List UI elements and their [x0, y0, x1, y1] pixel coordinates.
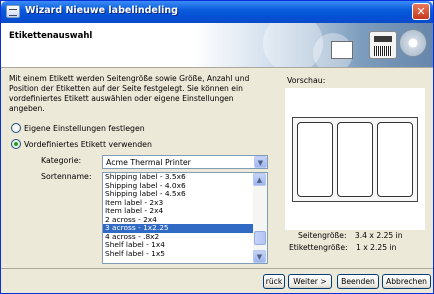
finish-button[interactable]: Beenden: [337, 274, 379, 289]
category-value: Acme Thermal Printer: [106, 158, 191, 167]
cancel-button[interactable]: Abbrechen: [382, 274, 431, 289]
wizard-content: Mit einem Etikett werden Seitengröße sow…: [1, 68, 433, 268]
radio-button-checked-icon[interactable]: [11, 139, 21, 149]
page-size-row: Seitengröße: 3.4 x 2.25 in: [298, 231, 403, 240]
back-button[interactable]: rück: [263, 274, 285, 289]
preview-label: Vorschau:: [287, 76, 326, 85]
label-preview-cell: [297, 122, 333, 197]
scroll-thumb[interactable]: [254, 231, 266, 245]
category-label: Kategorie:: [41, 156, 82, 165]
radio-predefined[interactable]: Vordefiniertes Etikett verwenden: [11, 138, 152, 150]
next-button[interactable]: Weiter >: [288, 274, 332, 289]
label-size-label: Etikettengröße:: [289, 243, 348, 252]
header-banner-image: [193, 23, 433, 67]
label-preview-cell: [337, 122, 373, 197]
label-card-icon: [331, 41, 353, 59]
preview-panel: [285, 88, 425, 230]
category-select[interactable]: Acme Thermal Printer ▼: [102, 155, 268, 169]
title-bar[interactable]: Wizard Nieuwe labelindeling ✕: [1, 1, 433, 23]
intro-text: Mit einem Etikett werden Seitengröße sow…: [9, 74, 250, 113]
disc-icon: [399, 29, 427, 57]
app-icon: [6, 5, 20, 18]
radio-own-settings[interactable]: Eigene Einstellungen festlegen: [11, 122, 145, 134]
list-item[interactable]: Shelf label - 1x5: [103, 249, 267, 259]
label-sheet-preview: [292, 117, 418, 202]
scroll-up-icon[interactable]: ▲: [253, 173, 266, 186]
page-size-label: Seitengröße:: [298, 231, 347, 240]
wizard-window: Wizard Nieuwe labelindeling ✕ Etikettena…: [0, 0, 434, 294]
label-preview-cell: [377, 122, 413, 197]
window-title: Wizard Nieuwe labelindeling: [25, 5, 178, 16]
label-size-value: 1 x 2.25 in: [355, 243, 397, 252]
close-button[interactable]: ✕: [412, 3, 430, 20]
printer-icon: [369, 31, 397, 59]
page-size-value: 3.4 x 2.25 in: [354, 231, 403, 240]
sort-listbox[interactable]: Shipping label - 3.5x6 Shipping label - 4…: [102, 172, 268, 264]
listbox-scrollbar[interactable]: ▲ ▼: [253, 173, 267, 263]
chevron-down-icon[interactable]: ▼: [254, 156, 267, 168]
radio-predefined-label: Vordefiniertes Etikett verwenden: [24, 139, 152, 149]
footer-divider: [1, 268, 433, 269]
label-size-row: Etikettengröße: 1 x 2.25 in: [289, 243, 396, 252]
page-title: Etikettenauswahl: [9, 31, 93, 41]
radio-own-settings-label: Eigene Einstellungen festlegen: [24, 123, 145, 133]
sort-label: Sortenname:: [41, 172, 92, 181]
scroll-down-icon[interactable]: ▼: [253, 250, 266, 263]
radio-button-icon[interactable]: [11, 123, 21, 133]
wizard-header: Etikettenauswahl: [1, 23, 433, 68]
